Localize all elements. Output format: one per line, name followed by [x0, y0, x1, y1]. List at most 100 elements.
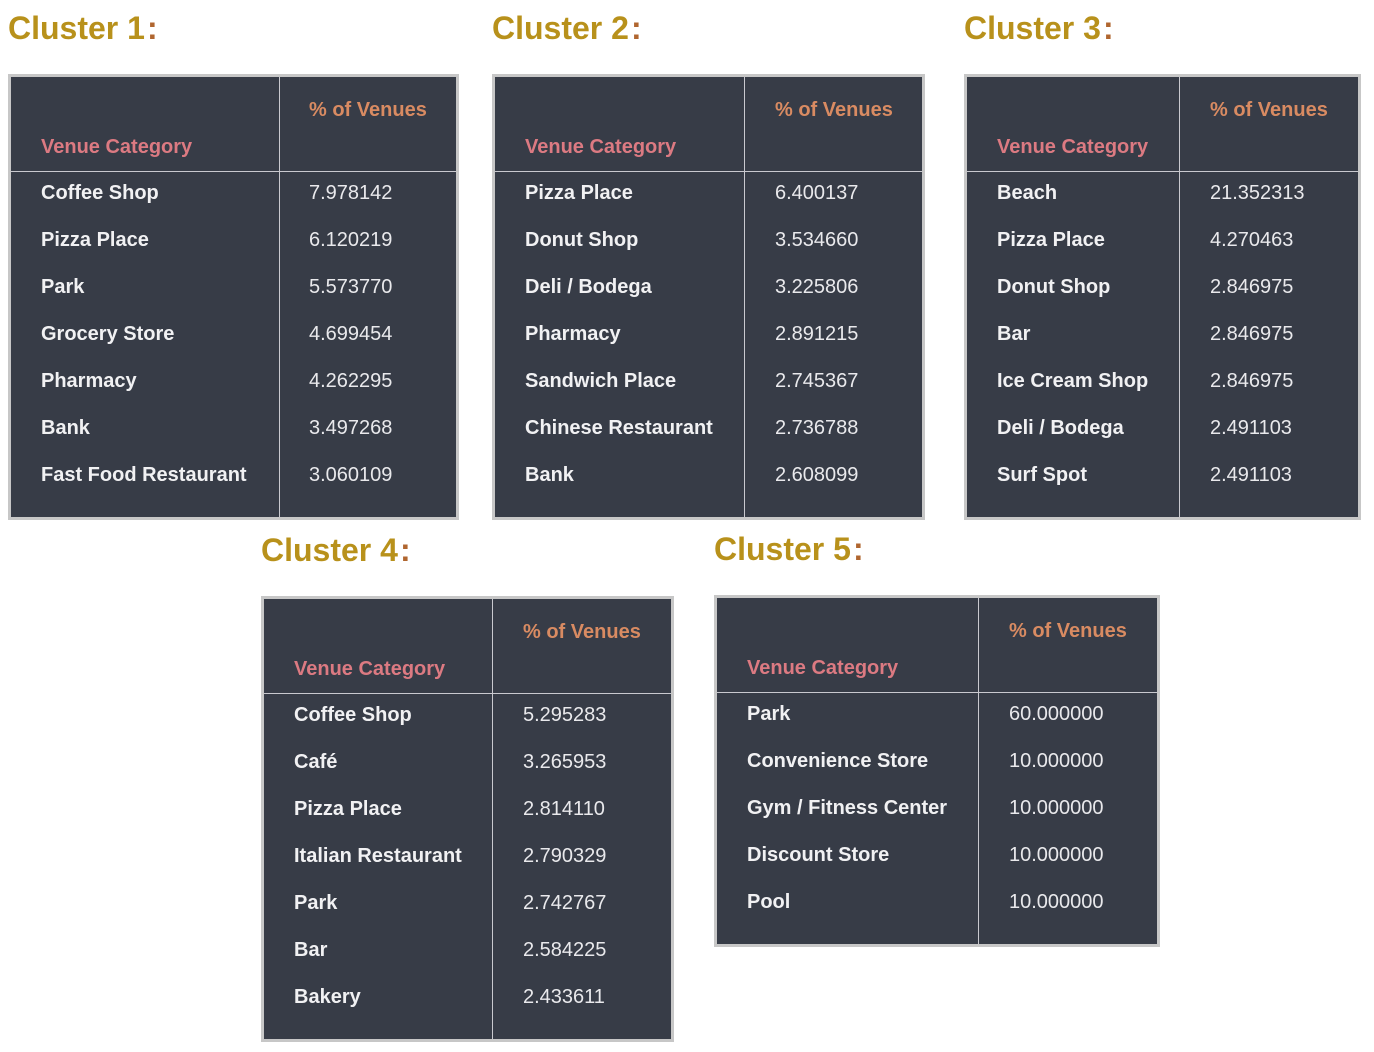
table-row: Beach 21.352313 — [967, 172, 1358, 219]
table-row: Discount Store 10.000000 — [717, 834, 1157, 881]
header-venue-category: Venue Category — [525, 136, 677, 158]
venue-category-cell: Pizza Place — [525, 182, 633, 204]
pct-cell: 2.742767 — [523, 892, 607, 914]
venue-category-cell: Park — [41, 276, 85, 298]
cluster-title: Cluster 1: — [8, 8, 158, 48]
venue-table: Venue Category % of Venues Coffee Shop 7.… — [8, 74, 459, 520]
venue-category-cell: Grocery Store — [41, 323, 175, 345]
header-pct-of-venues: % of Venues — [775, 99, 893, 121]
table-row: Bar 2.584225 — [264, 929, 671, 976]
venue-category-cell: Pharmacy — [41, 370, 137, 392]
venue-category-cell: Coffee Shop — [41, 182, 159, 204]
venue-category-cell: Sandwich Place — [525, 370, 677, 392]
table-row: Pharmacy 2.891215 — [495, 313, 922, 360]
venue-category-cell: Gym / Fitness Center — [747, 797, 948, 819]
cluster-title-text: Cluster 1 — [8, 10, 145, 46]
table-row: Ice Cream Shop 2.846975 — [967, 360, 1358, 407]
venue-category-cell: Beach — [997, 182, 1058, 204]
venue-category-cell: Deli / Bodega — [525, 276, 652, 298]
table-row: Deli / Bodega 2.491103 — [967, 407, 1358, 454]
table-header: Venue Category % of Venues — [264, 599, 671, 694]
header-venue-category: Venue Category — [747, 657, 899, 679]
table-body: Coffee Shop 7.978142 Pizza Place 6.120219 … — [11, 172, 456, 501]
table-header: Venue Category % of Venues — [967, 77, 1358, 172]
cluster-title: Cluster 3: — [964, 8, 1114, 48]
table-row: Pharmacy 4.262295 — [11, 360, 456, 407]
header-pct-of-venues: % of Venues — [1009, 620, 1127, 642]
venue-category-cell: Bar — [997, 323, 1031, 345]
header-venue-category: Venue Category — [997, 136, 1149, 158]
table-row: Coffee Shop 7.978142 — [11, 172, 456, 219]
table-row: Pizza Place 4.270463 — [967, 219, 1358, 266]
table-row: Bank 3.497268 — [11, 407, 456, 454]
table-row: Pizza Place 6.120219 — [11, 219, 456, 266]
table-body: Pizza Place 6.400137 Donut Shop 3.534660 D… — [495, 172, 922, 501]
pct-cell: 5.295283 — [523, 704, 607, 726]
venue-category-cell: Pizza Place — [41, 229, 149, 251]
cluster-title-colon: : — [146, 10, 158, 46]
pct-cell: 2.491103 — [1210, 417, 1292, 439]
table-row: Park 2.742767 — [264, 882, 671, 929]
cluster-title-text: Cluster 4 — [261, 532, 398, 568]
venue-category-cell: Bar — [294, 939, 328, 961]
cluster-title-text: Cluster 2 — [492, 10, 629, 46]
header-venue-category: Venue Category — [41, 136, 193, 158]
venue-category-cell: Park — [294, 892, 338, 914]
pct-cell: 3.265953 — [523, 751, 607, 773]
cluster-title-colon: : — [852, 531, 864, 567]
venue-category-cell: Bakery — [294, 986, 361, 1008]
pct-cell: 2.608099 — [775, 464, 859, 486]
pct-cell: 2.736788 — [775, 417, 859, 439]
table-row: Pizza Place 2.814110 — [264, 788, 671, 835]
venue-category-cell: Fast Food Restaurant — [41, 464, 247, 486]
venue-category-cell: Pool — [747, 891, 791, 913]
venue-category-cell: Pizza Place — [294, 798, 402, 820]
pct-cell: 10.000000 — [1009, 891, 1104, 913]
cluster-title-text: Cluster 3 — [964, 10, 1101, 46]
table-body: Coffee Shop 5.295283 Café 3.265953 Pizza P… — [264, 694, 671, 1023]
pct-cell: 10.000000 — [1009, 844, 1104, 866]
venue-category-cell: Donut Shop — [525, 229, 639, 251]
table-header: Venue Category % of Venues — [495, 77, 922, 172]
table-row: Donut Shop 3.534660 — [495, 219, 922, 266]
pct-cell: 2.846975 — [1210, 323, 1294, 345]
table-row: Fast Food Restaurant 3.060109 — [11, 454, 456, 501]
cluster-title-colon: : — [630, 10, 642, 46]
pct-cell: 3.534660 — [775, 229, 859, 251]
table-row: Bakery 2.433611 — [264, 976, 671, 1023]
cluster-title-colon: : — [1102, 10, 1114, 46]
pct-cell: 2.433611 — [523, 986, 605, 1008]
venue-category-cell: Pizza Place — [997, 229, 1105, 251]
header-pct-of-venues: % of Venues — [309, 99, 427, 121]
cluster-title-text: Cluster 5 — [714, 531, 851, 567]
venue-category-cell: Deli / Bodega — [997, 417, 1124, 439]
venue-category-cell: Café — [294, 751, 338, 773]
venue-category-cell: Discount Store — [747, 844, 890, 866]
table-row: Surf Spot 2.491103 — [967, 454, 1358, 501]
cluster-title: Cluster 2: — [492, 8, 642, 48]
venue-category-cell: Bank — [41, 417, 90, 439]
table-row: Bank 2.608099 — [495, 454, 922, 501]
venue-category-cell: Pharmacy — [525, 323, 621, 345]
pct-cell: 5.573770 — [309, 276, 393, 298]
table-row: Park 5.573770 — [11, 266, 456, 313]
table-row: Coffee Shop 5.295283 — [264, 694, 671, 741]
pct-cell: 6.400137 — [775, 182, 859, 204]
pct-cell: 10.000000 — [1009, 797, 1104, 819]
pct-cell: 3.225806 — [775, 276, 859, 298]
header-pct-of-venues: % of Venues — [523, 621, 641, 643]
venue-category-cell: Ice Cream Shop — [997, 370, 1149, 392]
header-pct-of-venues: % of Venues — [1210, 99, 1328, 121]
table-body: Beach 21.352313 Pizza Place 4.270463 Donut… — [967, 172, 1358, 501]
table-row: Convenience Store 10.000000 — [717, 740, 1157, 787]
table-row: Italian Restaurant 2.790329 — [264, 835, 671, 882]
pct-cell: 6.120219 — [309, 229, 393, 251]
venue-table: Venue Category % of Venues Coffee Shop 5.… — [261, 596, 674, 1042]
pct-cell: 2.491103 — [1210, 464, 1292, 486]
pct-cell: 21.352313 — [1210, 182, 1305, 204]
table-row: Grocery Store 4.699454 — [11, 313, 456, 360]
table-header: Venue Category % of Venues — [11, 77, 456, 172]
pct-cell: 3.060109 — [309, 464, 393, 486]
pct-cell: 4.270463 — [1210, 229, 1294, 251]
table-row: Bar 2.846975 — [967, 313, 1358, 360]
